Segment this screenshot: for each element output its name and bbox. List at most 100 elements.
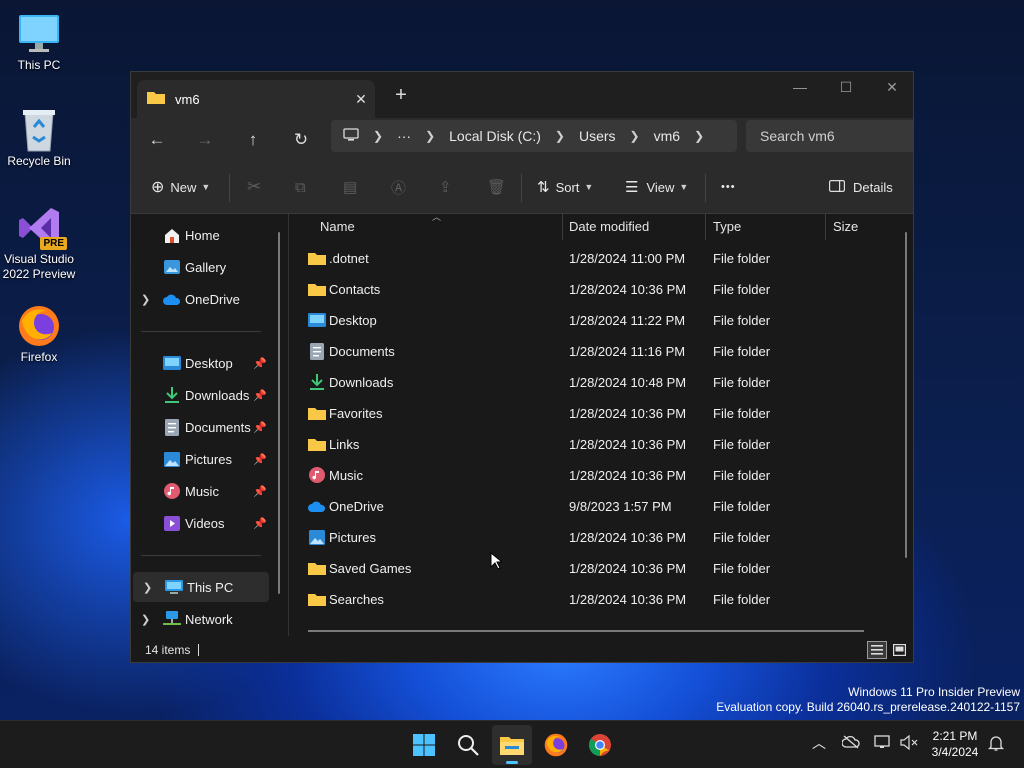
new-label: New [170,179,197,195]
view-button[interactable]: ☰ View ▼ [625,172,688,202]
chrome-icon[interactable] [580,725,620,765]
chevron-right-icon[interactable]: ❯ [548,129,572,143]
pictures-icon [308,528,326,546]
file-row[interactable]: Documents 1/28/2024 11:16 PM File folder [290,336,890,367]
breadcrumb-vm6[interactable]: vm6 [647,128,687,144]
paste-icon[interactable]: ▤ [343,172,357,202]
firefox-icon[interactable] [536,725,576,765]
nav-item-network[interactable]: ❯ Network [131,604,281,634]
column-header-name[interactable]: Name [312,214,563,240]
chevron-up-icon[interactable]: ︿ [812,733,826,753]
tab-vm6[interactable]: vm6 ✕ [137,80,375,118]
onedrive-offline-icon[interactable] [841,735,860,752]
vertical-scrollbar[interactable] [905,232,907,558]
nav-item-gallery[interactable]: Gallery [131,252,281,282]
desktop-icon-this-pc[interactable]: This PC [0,10,78,73]
start-icon[interactable] [404,725,444,765]
column-header-size[interactable]: Size [825,214,895,240]
rename-icon[interactable]: Ⓐ [391,172,406,202]
sort-button[interactable]: ⇅ Sort ▼ [537,172,593,202]
tiles-view-icon[interactable] [891,642,907,658]
chevron-down-icon: ▼ [679,182,689,192]
volume-muted-icon[interactable] [900,734,918,753]
more-options-button[interactable]: ••• [721,172,736,202]
column-header-date[interactable]: Date modified [561,214,706,240]
refresh-button[interactable]: ↻ [285,124,317,156]
file-explorer-icon[interactable] [492,725,532,765]
desktop-icon-firefox[interactable]: Firefox [0,302,78,365]
quick-access-documents[interactable]: Documents 📌 [131,412,281,442]
file-row[interactable]: Favorites 1/28/2024 10:36 PM File folder [290,398,890,429]
cut-icon[interactable]: ✂ [247,172,261,202]
details-view-icon[interactable] [867,641,887,659]
file-date: 1/28/2024 11:00 PM [569,251,686,266]
column-header-type[interactable]: Type [705,214,826,240]
clock[interactable]: 2:21 PM 3/4/2024 [928,728,982,760]
pin-icon[interactable]: 📌 [253,357,267,370]
pin-icon[interactable]: 📌 [253,517,267,530]
forward-button[interactable]: → [189,124,221,156]
close-window-button[interactable]: ✕ [869,72,913,102]
nav-item-label: Home [185,227,220,243]
file-row[interactable]: Downloads 1/28/2024 10:48 PM File folder [290,367,890,398]
nav-item-home[interactable]: Home [131,220,281,250]
file-row[interactable]: Saved Games 1/28/2024 10:36 PM File fold… [290,553,890,584]
pin-icon[interactable]: 📌 [253,453,267,466]
search-icon[interactable] [448,725,488,765]
file-row[interactable]: Pictures 1/28/2024 10:36 PM File folder [290,522,890,553]
nav-item-this-pc[interactable]: ❯ This PC [133,572,269,602]
desktop-icon-visual-studio[interactable]: PRE Visual Studio 2022 Preview [0,204,78,282]
desktop-icon-recycle-bin[interactable]: Recycle Bin [0,106,78,169]
pin-icon[interactable]: 📌 [253,485,267,498]
pin-icon[interactable]: 📌 [253,389,267,402]
file-row[interactable]: Music 1/28/2024 10:36 PM File folder [290,460,890,491]
copy-icon[interactable]: ⧉ [295,172,306,202]
new-tab-button[interactable]: + [389,84,413,108]
file-type: File folder [713,406,771,421]
chevron-right-icon[interactable]: ❯ [143,581,152,594]
nav-pane-scrollbar[interactable] [278,232,280,594]
nav-item-onedrive[interactable]: ❯ OneDrive [131,284,281,314]
chevron-right-icon[interactable]: ❯ [366,129,390,143]
quick-access-videos[interactable]: Videos 📌 [131,508,281,538]
quick-access-pictures[interactable]: Pictures 📌 [131,444,281,474]
quick-access-music[interactable]: Music 📌 [131,476,281,506]
pin-icon[interactable]: 📌 [253,421,267,434]
maximize-button[interactable]: ☐ [823,72,869,102]
breadcrumb-overflow[interactable]: ··· [390,128,418,144]
chevron-right-icon[interactable]: ❯ [141,613,150,626]
quick-access-desktop[interactable]: Desktop 📌 [131,348,281,378]
chevron-right-icon[interactable]: ❯ [687,129,711,143]
share-icon[interactable]: ⇪ [439,172,452,202]
file-type: File folder [713,530,771,545]
desktop-folder-icon [308,311,326,329]
up-button[interactable]: ↑ [237,124,269,156]
file-date: 1/28/2024 11:22 PM [569,313,686,328]
quick-access-downloads[interactable]: Downloads 📌 [131,380,281,410]
new-button[interactable]: ⊕ New ▼ [151,172,210,202]
address-bar[interactable]: ❯ ··· ❯ Local Disk (C:) ❯ Users ❯ vm6 ❯ [331,120,737,152]
file-row[interactable]: .dotnet 1/28/2024 11:00 PM File folder [290,243,890,274]
chevron-right-icon[interactable]: ❯ [418,129,442,143]
file-row[interactable]: Contacts 1/28/2024 10:36 PM File folder [290,274,890,305]
file-row[interactable]: Searches 1/28/2024 10:36 PM File folder [290,584,890,615]
chevron-right-icon[interactable]: ❯ [141,293,150,306]
file-row[interactable]: Desktop 1/28/2024 11:22 PM File folder [290,305,890,336]
file-row[interactable]: Links 1/28/2024 10:36 PM File folder [290,429,890,460]
search-input[interactable]: Search vm6 [746,120,913,152]
delete-icon[interactable]: 🗑 [487,172,506,202]
breadcrumb-local-disk[interactable]: Local Disk (C:) [442,128,548,144]
horizontal-scrollbar[interactable] [308,630,864,632]
network-status-icon[interactable] [874,735,892,753]
computer-icon[interactable] [331,127,366,145]
back-button[interactable]: ← [141,124,173,156]
file-name: Desktop [329,313,377,328]
onedrive-icon [163,290,181,308]
close-tab-icon[interactable]: ✕ [347,91,375,108]
details-button[interactable]: Details [829,172,893,202]
notification-bell-icon[interactable] [987,735,1005,754]
file-row[interactable]: OneDrive 9/8/2023 1:57 PM File folder [290,491,890,522]
minimize-button[interactable]: — [777,72,823,102]
chevron-right-icon[interactable]: ❯ [623,129,647,143]
breadcrumb-users[interactable]: Users [572,128,623,144]
